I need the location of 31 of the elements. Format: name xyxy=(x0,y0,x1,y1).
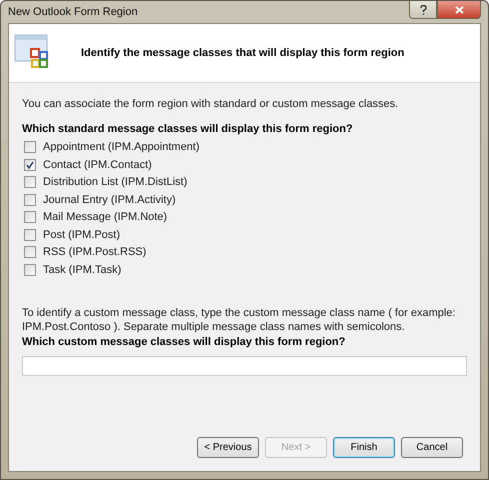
checkbox-label: RSS (IPM.Post.RSS) xyxy=(43,246,146,258)
check-icon xyxy=(26,160,34,168)
section-heading: Which standard message classes will display this form region? xyxy=(22,123,354,135)
checkbox[interactable] xyxy=(24,264,36,276)
intro-text: You can associate the form region with standard or custom message classes. xyxy=(22,97,400,111)
checkbox-label: Task (IPM.Task) xyxy=(43,264,122,276)
checkbox-label: Post (IPM.Post) xyxy=(43,228,120,240)
checkbox-label: Journal Entry (IPM.Activity) xyxy=(43,194,176,206)
section-heading: Which custom message classes will display this form region? xyxy=(22,336,346,348)
dialog-button[interactable]: Cancel xyxy=(401,437,463,458)
checkbox[interactable] xyxy=(24,211,36,223)
dialog-button[interactable]: Finish xyxy=(333,437,395,458)
checkbox[interactable] xyxy=(24,194,36,206)
checkbox[interactable] xyxy=(24,141,36,153)
checkbox-label: Appointment (IPM.Appointment) xyxy=(43,141,200,153)
checkbox-label: Mail Message (IPM.Note) xyxy=(43,211,168,223)
dialog-button[interactable]: < Previous xyxy=(197,437,259,458)
help-text: To identify a custom message class, type the custom message class name ( for example: IPM.Post.Contoso ). Separate multiple message class names with semicolons. xyxy=(22,306,456,334)
close-icon xyxy=(454,6,464,14)
window-title: New Outlook Form Region xyxy=(8,6,138,18)
checkbox[interactable] xyxy=(24,176,36,188)
checkbox[interactable] xyxy=(24,158,36,170)
page-title: Identify the message classes that will display this form region xyxy=(81,47,404,59)
checkbox-label: Contact (IPM.Contact) xyxy=(43,158,152,170)
checkbox[interactable] xyxy=(24,246,36,258)
checkbox[interactable] xyxy=(24,228,36,240)
input-field[interactable] xyxy=(22,356,467,376)
help-button[interactable] xyxy=(409,1,437,19)
checkbox-label: Distribution List (IPM.DistList) xyxy=(43,176,188,188)
help-icon xyxy=(420,4,426,14)
close-button[interactable] xyxy=(437,1,481,19)
